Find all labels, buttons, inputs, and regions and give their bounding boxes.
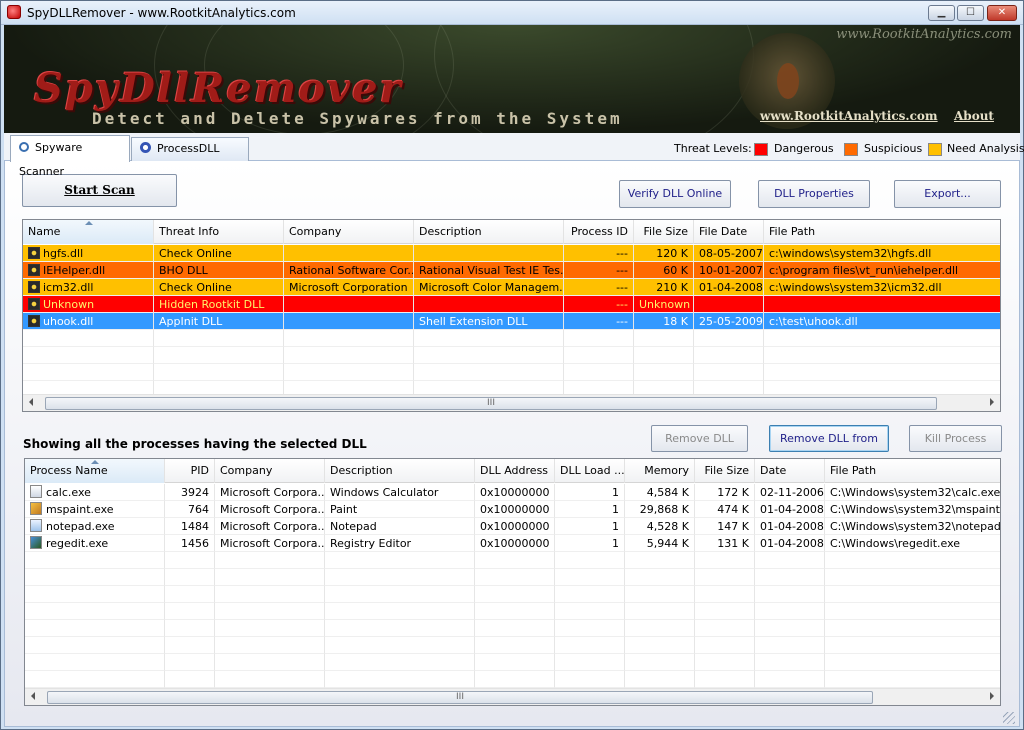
col-description[interactable]: Description [414,220,564,244]
col-company[interactable]: Company [215,459,325,483]
app-logo: SpyDllRemover [34,65,403,112]
col-dll-address[interactable]: DLL Address [475,459,555,483]
export-button[interactable]: Export... [894,180,1001,208]
scroll-thumb[interactable]: III [47,691,873,704]
app-shield-icon [7,5,21,19]
col-file-path[interactable]: File Path [825,459,1000,483]
empty-row [25,552,1000,569]
scroll-right-arrow-icon[interactable] [990,398,994,406]
process-list-table[interactable]: Process Name PID Company Description DLL… [24,458,1001,706]
process-table-hscrollbar[interactable]: III [25,688,1000,705]
app-banner: www.RootkitAnalytics.com SpyDllRemover D… [4,25,1020,133]
dll-icon [28,247,40,259]
dll-icon [28,298,40,310]
empty-row [25,671,1000,688]
col-file-size[interactable]: File Size [634,220,694,244]
empty-row [25,620,1000,637]
col-threat-info[interactable]: Threat Info [154,220,284,244]
dll-list-table[interactable]: Name Threat Info Company Description Pro… [22,219,1001,412]
paint-icon [30,502,42,515]
col-file-date[interactable]: File Date [694,220,764,244]
empty-row [23,347,1000,364]
empty-row [25,637,1000,654]
dll-icon [28,264,40,276]
banner-tagline: Detect and Delete Spywares from the Syst… [92,109,623,128]
dll-properties-button[interactable]: DLL Properties [758,180,870,208]
table-row[interactable]: calc.exe 3924 Microsoft Corpora... Windo… [25,484,1000,501]
maximize-button[interactable]: ☐ [957,5,984,21]
table-row[interactable]: hgfs.dll Check Online --- 120 K 08-05-20… [23,245,1000,262]
col-description[interactable]: Description [325,459,475,483]
title-bar[interactable]: SpyDLLRemover - www.RootkitAnalytics.com… [1,1,1023,25]
magnifier-icon [19,142,29,152]
scroll-left-arrow-icon[interactable] [31,692,35,700]
process-icon [140,142,151,153]
resize-grip-icon[interactable] [1003,712,1015,724]
col-process-name[interactable]: Process Name [25,459,165,483]
suspicious-swatch [844,143,858,156]
threat-levels-label: Threat Levels: [674,142,752,155]
dangerous-swatch [754,143,768,156]
registry-icon [30,536,42,549]
minimize-button[interactable]: ▁ [928,5,955,21]
sort-asc-icon [85,221,93,225]
scanner-panel: Start Scan Verify DLL Online DLL Propert… [4,161,1020,727]
banner-watermark: www.RootkitAnalytics.com [836,27,1012,42]
table-row[interactable]: icm32.dll Check Online Microsoft Corpora… [23,279,1000,296]
scroll-left-arrow-icon[interactable] [29,398,33,406]
remove-dll-button[interactable]: Remove DLL [651,425,748,452]
col-dll-load[interactable]: DLL Load ... [555,459,625,483]
table-row[interactable]: Unknown Hidden Rootkit DLL --- Unknown [23,296,1000,313]
need-analysis-swatch [928,143,942,156]
scroll-right-arrow-icon[interactable] [990,692,994,700]
empty-row [25,603,1000,620]
dangerous-label: Dangerous [774,142,834,155]
table-row[interactable]: regedit.exe 1456 Microsoft Corpora... Re… [25,535,1000,552]
app-window: SpyDLLRemover - www.RootkitAnalytics.com… [0,0,1024,730]
suspicious-label: Suspicious [864,142,923,155]
col-company[interactable]: Company [284,220,414,244]
col-date[interactable]: Date [755,459,825,483]
kill-process-button[interactable]: Kill Process [909,425,1002,452]
scroll-thumb[interactable]: III [45,397,937,410]
remove-dll-from-all-button[interactable]: Remove DLL from ALL [769,425,889,470]
empty-row [25,569,1000,586]
empty-row [25,586,1000,603]
dll-icon [28,281,40,293]
notepad-icon [30,519,42,532]
verify-dll-online-button[interactable]: Verify DLL Online [619,180,731,208]
website-link[interactable]: www.RootkitAnalytics.com [760,109,938,123]
table-row[interactable]: notepad.exe 1484 Microsoft Corpora... No… [25,518,1000,535]
empty-row [23,364,1000,381]
empty-row [23,330,1000,347]
need-analysis-label: Need Analysis [947,142,1024,155]
col-name[interactable]: Name [23,220,154,244]
table-row[interactable]: IEHelper.dll BHO DLL Rational Software C… [23,262,1000,279]
col-pid[interactable]: PID [165,459,215,483]
col-file-path[interactable]: File Path [764,220,1000,244]
table-row-selected[interactable]: uhook.dll AppInit DLL Shell Extension DL… [23,313,1000,330]
col-file-size[interactable]: File Size [695,459,755,483]
sort-asc-icon [91,460,99,464]
about-link[interactable]: About [954,109,994,123]
col-memory[interactable]: Memory [625,459,695,483]
table-row[interactable]: mspaint.exe 764 Microsoft Corpora... Pai… [25,501,1000,518]
calculator-icon [30,485,42,498]
col-process-id[interactable]: Process ID [564,220,634,244]
process-section-title: Showing all the processes having the sel… [23,437,367,451]
dll-table-hscrollbar[interactable]: III [23,394,1000,411]
process-table-header: Process Name PID Company Description DLL… [25,459,1000,483]
empty-row [25,654,1000,671]
tab-processdll-viewer[interactable]: ProcessDLL Viewer [131,137,249,177]
tab-spyware-scanner[interactable]: Spyware Scanner [10,135,130,178]
dll-table-header: Name Threat Info Company Description Pro… [23,220,1000,244]
window-title: SpyDLLRemover - www.RootkitAnalytics.com [27,6,296,20]
dll-icon [28,315,40,327]
close-button[interactable]: ✕ [987,5,1017,21]
